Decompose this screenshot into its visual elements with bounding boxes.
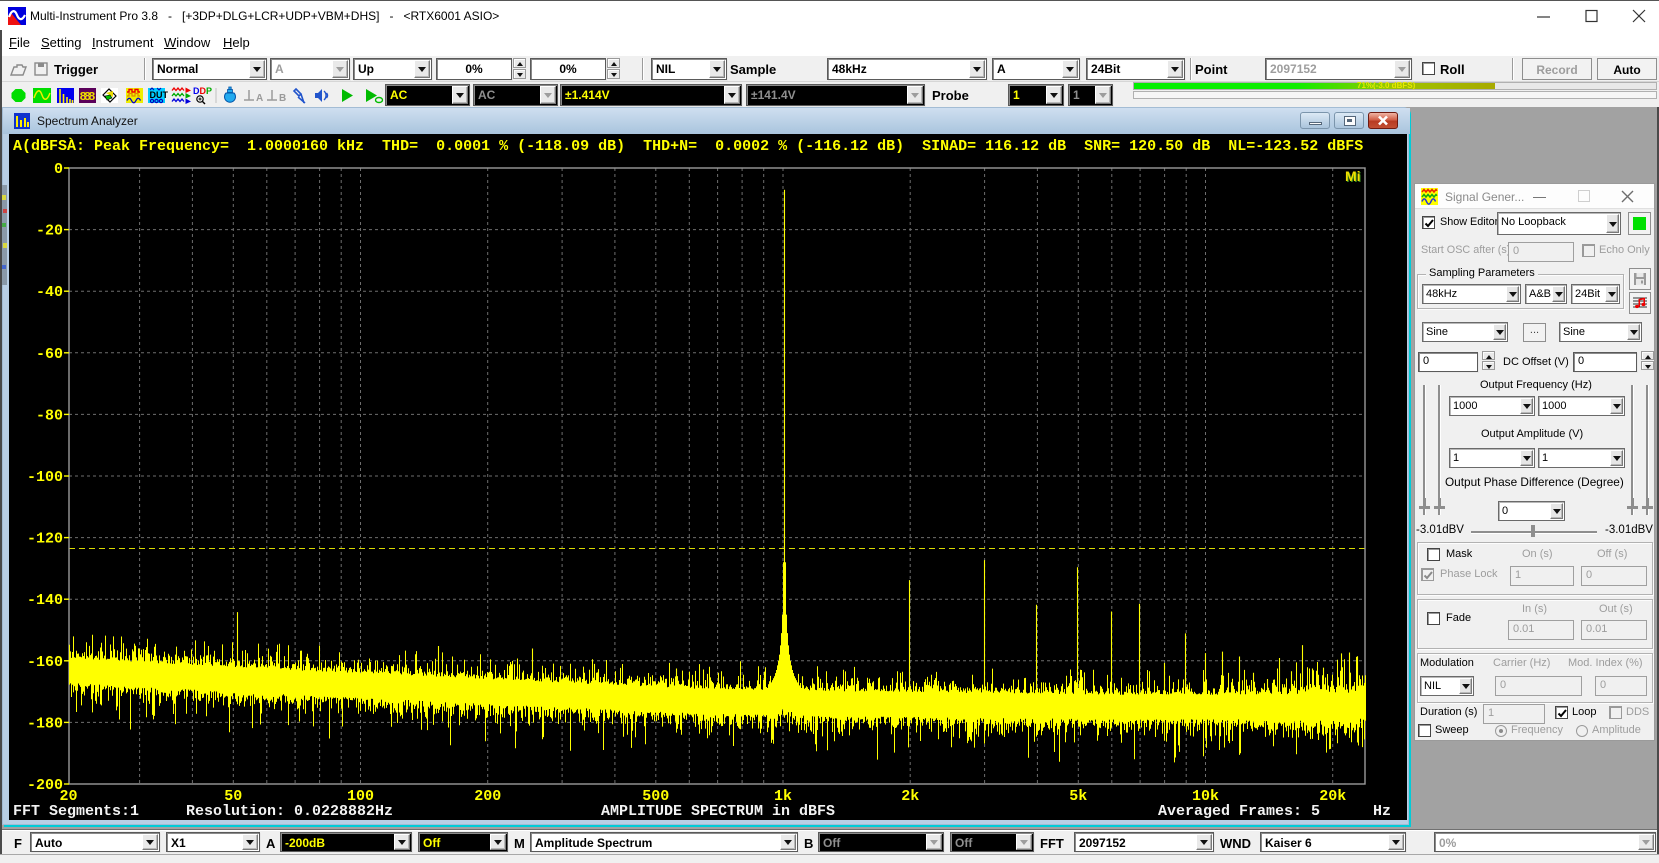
svg-text:20k: 20k bbox=[1319, 788, 1346, 805]
svg-text:Averaged Frames: 5: Averaged Frames: 5 bbox=[1158, 803, 1320, 820]
svg-text:AMPLITUDE SPECTRUM in dBFS: AMPLITUDE SPECTRUM in dBFS bbox=[601, 803, 835, 820]
svg-text:-100: -100 bbox=[27, 469, 63, 486]
svg-text:0: 0 bbox=[54, 161, 63, 178]
svg-text:Resolution: 0.0228882Hz: Resolution: 0.0228882Hz bbox=[186, 803, 393, 820]
svg-text:-120: -120 bbox=[27, 531, 63, 548]
svg-text:-140: -140 bbox=[27, 592, 63, 609]
svg-text:B: B bbox=[279, 93, 286, 104]
svg-text:A(dBFSÀ: Peak Frequency= 1.00: A(dBFSÀ: Peak Frequency= 1.0000160 kHz T… bbox=[13, 137, 1363, 155]
svg-text:888: 888 bbox=[80, 90, 96, 104]
svg-text:2k: 2k bbox=[901, 788, 919, 805]
svg-text:-200: -200 bbox=[27, 777, 63, 794]
svg-text:-40: -40 bbox=[36, 284, 63, 301]
svg-text:-20: -20 bbox=[36, 223, 63, 240]
svg-text:-180: -180 bbox=[27, 715, 63, 732]
svg-text:FFT Segments:1: FFT Segments:1 bbox=[13, 803, 139, 820]
svg-text:-80: -80 bbox=[36, 407, 63, 424]
svg-text:DDP: DDP bbox=[193, 86, 212, 96]
svg-text:-60: -60 bbox=[36, 346, 63, 363]
svg-text:200: 200 bbox=[474, 788, 501, 805]
svg-text:Mi: Mi bbox=[1345, 168, 1361, 184]
svg-text:-160: -160 bbox=[27, 654, 63, 671]
svg-text:A: A bbox=[256, 93, 263, 104]
svg-text:5k: 5k bbox=[1069, 788, 1087, 805]
svg-text:DUT: DUT bbox=[150, 90, 169, 100]
svg-text:Hz: Hz bbox=[1373, 803, 1391, 820]
